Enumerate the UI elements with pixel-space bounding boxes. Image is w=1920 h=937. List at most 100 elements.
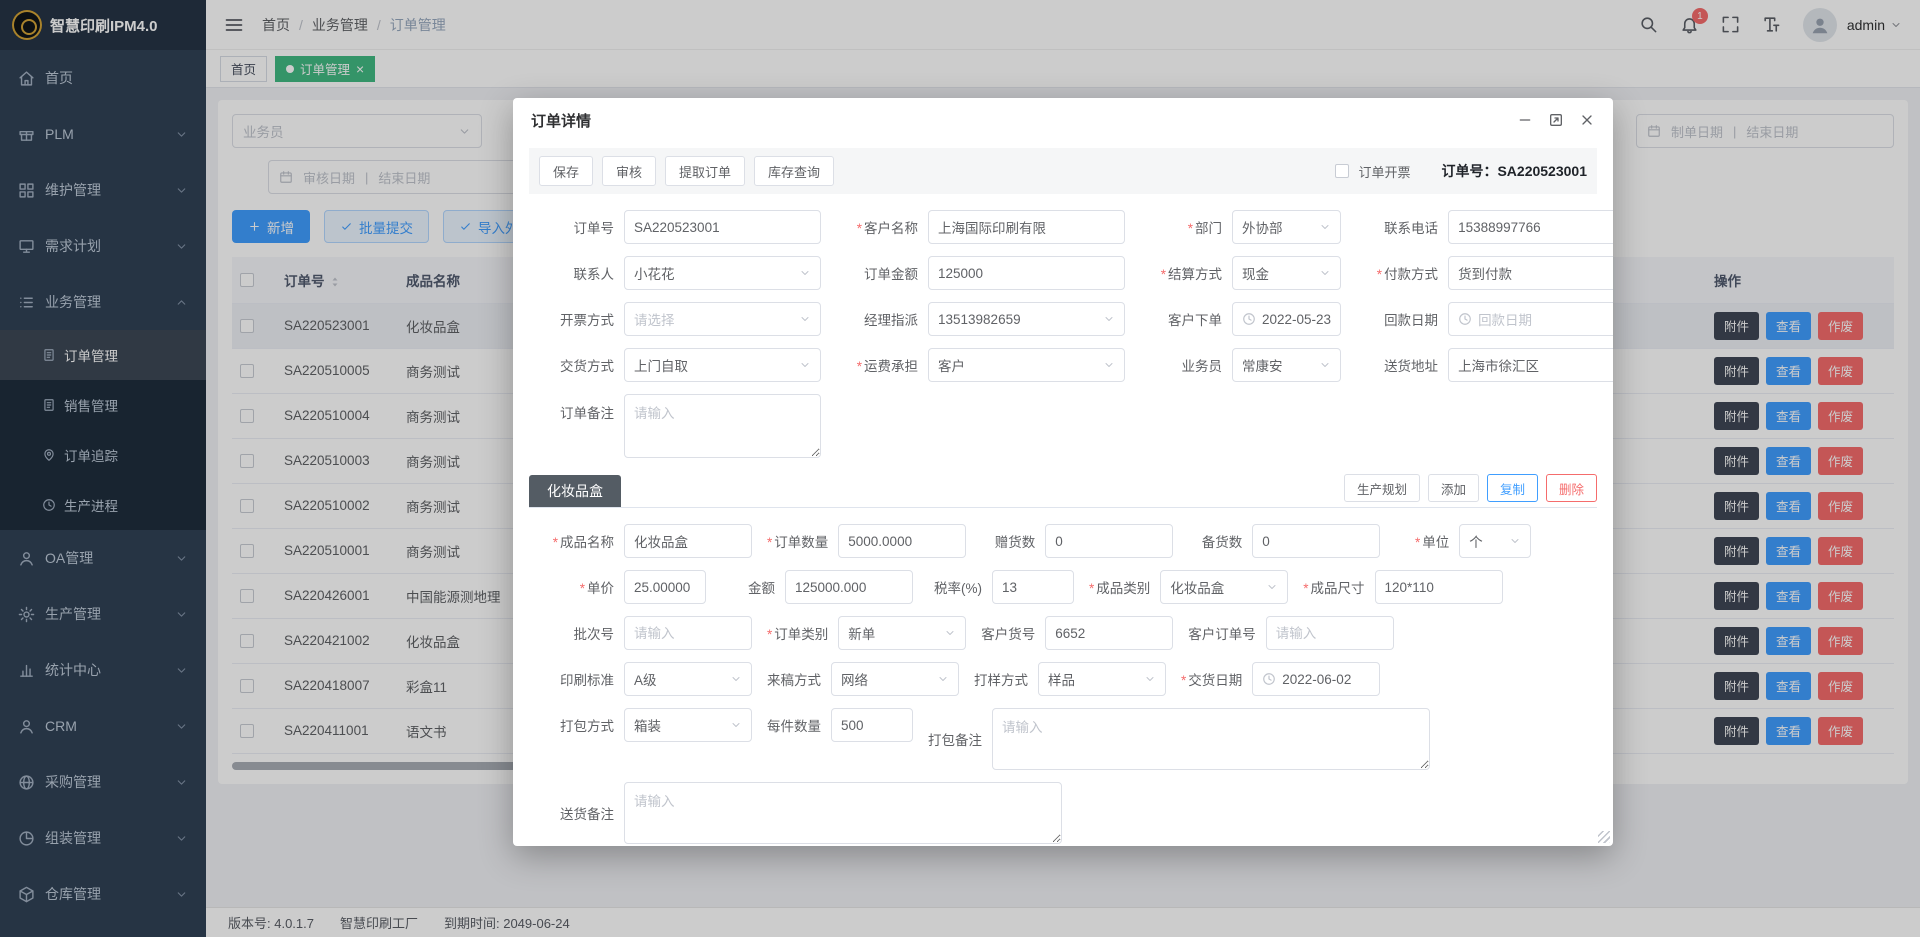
modal-title: 订单详情 [531,110,591,131]
product-field-select[interactable]: A级 [624,662,752,696]
invoice-checkbox[interactable] [1335,164,1349,178]
product-actions: 生产规划添加复制删除 [1344,474,1597,507]
field-label: *交货日期 [1181,669,1252,689]
order-field-select[interactable]: 客户 [928,348,1125,382]
chevron-down-icon [1266,581,1278,593]
close-icon[interactable] [1579,112,1595,128]
product-field-input[interactable] [831,708,913,742]
order-field-select[interactable]: 货到付款 [1448,256,1613,290]
product-form: *成品名称*订单数量赠货数备货数*单位个*单价金额税率(%)*成品类别化妆品盒*… [529,524,1597,844]
product-field-input[interactable] [1045,524,1173,558]
stock-query-button[interactable]: 库存查询 [754,156,834,186]
product-field-select[interactable]: 新单 [838,616,966,650]
field-label: 交货方式 [529,355,624,375]
extract-order-button[interactable]: 提取订单 [665,156,745,186]
product-field-select[interactable]: 箱装 [624,708,752,742]
product-field-input[interactable] [1252,524,1380,558]
order-field-select[interactable]: 上门自取 [624,348,821,382]
chevron-down-icon [1103,359,1115,371]
order-field-select[interactable]: 请选择 [624,302,821,336]
chevron-down-icon [937,673,949,685]
clock-icon [1242,312,1256,326]
save-button[interactable]: 保存 [539,156,593,186]
product-field-textarea[interactable] [992,708,1430,770]
product-field-textarea[interactable] [624,782,1062,844]
maximize-icon[interactable] [1548,112,1564,128]
field-label: 税率(%) [928,577,992,597]
clock-icon [1262,672,1276,686]
add-product-button[interactable]: 添加 [1428,474,1479,502]
product-field-select[interactable]: 样品 [1038,662,1166,696]
field-label: *成品类别 [1089,577,1160,597]
field-label: 打样方式 [974,669,1038,689]
field-label: *运费承担 [833,355,928,375]
modal-body: 保存审核提取订单库存查询 订单开票 订单号：SA220523001 订单号*客户… [513,142,1613,846]
product-field-input[interactable] [1266,616,1394,650]
product-field-select[interactable]: 网络 [831,662,959,696]
order-field-select[interactable]: 现金 [1232,256,1341,290]
field-label: *客户名称 [833,217,928,237]
chevron-down-icon [1319,359,1331,371]
chevron-down-icon [1144,673,1156,685]
product-field-input[interactable] [1375,570,1503,604]
order-field-date[interactable]: 回款日期 [1448,302,1613,336]
order-field-textarea[interactable] [624,394,821,458]
modal-toolbar: 保存审核提取订单库存查询 订单开票 订单号：SA220523001 [529,148,1597,194]
chevron-down-icon [1509,535,1521,547]
field-label: *订单类别 [767,623,838,643]
product-field-input[interactable] [624,570,706,604]
product-field-input[interactable] [1045,616,1173,650]
chevron-down-icon [799,359,811,371]
field-label: *结算方式 [1137,263,1232,283]
order-field-select[interactable]: 常康安 [1232,348,1341,382]
order-field-input[interactable] [928,256,1125,290]
product-field-input[interactable] [785,570,913,604]
order-field-date[interactable]: 2022-05-23 [1232,302,1341,336]
product-field-input[interactable] [624,524,752,558]
chevron-down-icon [730,719,742,731]
order-field-input[interactable] [624,210,821,244]
field-label: 送货备注 [529,803,624,823]
product-field-input[interactable] [838,524,966,558]
order-field-select[interactable]: 上海市徐汇区 [1448,348,1613,382]
minimize-icon[interactable] [1517,112,1533,128]
chevron-down-icon [944,627,956,639]
field-label: 联系人 [529,263,624,283]
order-form: 订单号*客户名称*部门外协部联系电话联系人小花花订单金额*结算方式现金*付款方式… [529,210,1597,458]
modal-order-no: 订单号：SA220523001 [1441,161,1587,181]
delete-product-button[interactable]: 删除 [1546,474,1597,502]
field-label: *付款方式 [1353,263,1448,283]
field-label: 客户下单 [1137,309,1232,329]
audit-button[interactable]: 审核 [602,156,656,186]
product-field-date[interactable]: 2022-06-02 [1252,662,1380,696]
field-label: 打包备注 [928,729,992,749]
product-field-input[interactable] [992,570,1074,604]
chevron-down-icon [799,267,811,279]
product-tab[interactable]: 化妆品盒 [529,475,621,507]
field-label: 印刷标准 [529,669,624,689]
modal-header: 订单详情 [513,98,1613,142]
product-field-input[interactable] [624,616,752,650]
production-plan-button[interactable]: 生产规划 [1344,474,1420,502]
copy-product-button[interactable]: 复制 [1487,474,1538,502]
order-field-select[interactable]: 外协部 [1232,210,1341,244]
product-field-select[interactable]: 个 [1459,524,1531,558]
field-label: 赠货数 [981,531,1045,551]
field-label: 客户订单号 [1188,623,1266,643]
field-label: 每件数量 [767,715,831,735]
order-field-select[interactable]: 13513982659 [928,302,1125,336]
order-field-input[interactable] [1448,210,1613,244]
field-label: *部门 [1137,217,1232,237]
field-label: 客户货号 [981,623,1045,643]
field-label: 业务员 [1137,355,1232,375]
order-field-select[interactable]: 小花花 [624,256,821,290]
order-field-input[interactable] [928,210,1125,244]
product-field-select[interactable]: 化妆品盒 [1160,570,1288,604]
field-label: 金额 [721,577,785,597]
field-label: 联系电话 [1353,217,1448,237]
chevron-down-icon [1319,221,1331,233]
field-label: 经理指派 [833,309,928,329]
clock-icon [1458,312,1472,326]
field-label: *单位 [1395,531,1459,551]
chevron-down-icon [730,673,742,685]
